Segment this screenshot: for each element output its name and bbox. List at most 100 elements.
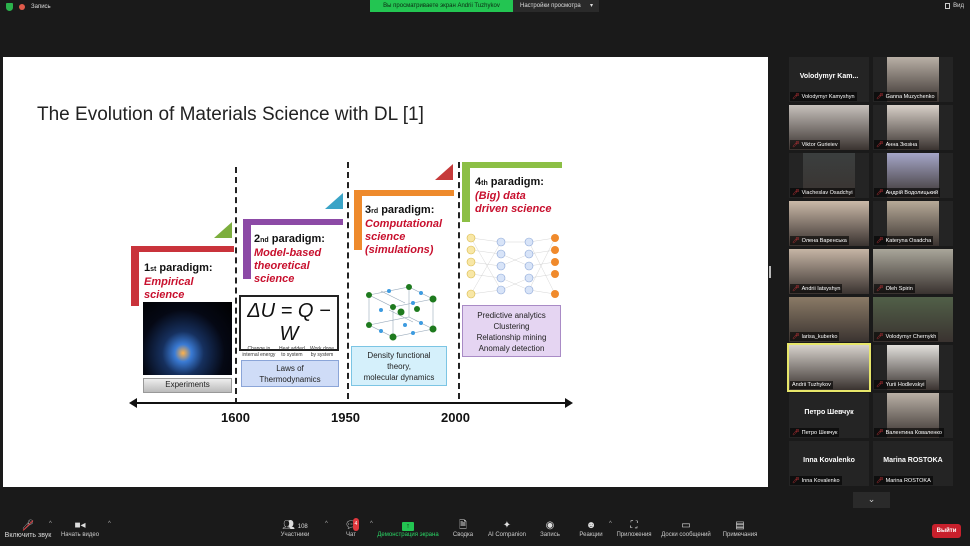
participant-name: Анна Зюзіна (885, 141, 918, 148)
recording-indicator[interactable]: Запись (6, 3, 51, 11)
microphone-muted-icon: 🎤︎ (876, 142, 884, 148)
participant-display-name: Volodymyr Kam... (799, 73, 859, 80)
participant-tile[interactable]: 🎤︎ Yurii Hodlevskyi (873, 345, 953, 390)
arrow-left-icon (129, 398, 137, 408)
participant-name: Volodymyr Chernykh (885, 333, 937, 340)
microphone-muted-icon: 🎤︎ (792, 334, 800, 340)
participant-name: Andrii Iatsyshyn (801, 285, 841, 292)
participant-name: Андрій Водолицький (885, 189, 939, 196)
screen-share-banner: Вы просматриваете экран Andrii Tuzhykov (370, 0, 513, 12)
participant-tile[interactable]: 🎤︎ Viacheslav Osadchyi (789, 153, 869, 198)
participant-name-label: 🎤︎ larisa_kuberko (790, 332, 840, 341)
participant-tile[interactable]: 🎤︎ Олена Варенська (789, 201, 869, 246)
participant-name-label: 🎤︎ Viacheslav Osadchyi (790, 188, 855, 197)
grid-icon (945, 3, 951, 9)
participant-name-label: 🎤︎ Анна Зюзіна (874, 140, 920, 149)
participant-name-label: 🎤︎ Viktor Gurieiev (790, 140, 840, 149)
start-video-button[interactable]: ■◂ Начать видео (50, 519, 110, 538)
participant-tile[interactable]: 🎤︎ Volodymyr Chernykh (873, 297, 953, 342)
gallery-next-page-button[interactable]: ⌄ (853, 492, 890, 508)
participant-tile[interactable]: Andrii Tuzhykov (787, 343, 871, 392)
notes-button[interactable]: ▤ Примечания (710, 519, 770, 538)
microphone-muted-icon: 🎤︎ (792, 478, 800, 484)
microphone-muted-icon: 🎤︎ (0, 519, 56, 532)
participant-name-label: 🎤︎ Петро Шевчук (790, 428, 840, 437)
start-video-label: Начать видео (60, 532, 100, 538)
top-bar: Запись Вы просматриваете экран Andrii Tu… (0, 0, 970, 14)
unmute-button[interactable]: 🎤︎Включить звук (0, 519, 56, 539)
chat-badge: 4 (353, 518, 359, 531)
view-label: Вид (953, 3, 964, 9)
equation-text: ΔU = Q − W (247, 300, 331, 345)
participant-name-label: Andrii Tuzhykov (790, 381, 833, 389)
resize-handle[interactable] (769, 266, 771, 278)
year-label: 2000 (441, 410, 470, 425)
participant-name-label: 🎤︎ Marina ROSTOKA (874, 476, 933, 485)
microphone-muted-icon: 🎤︎ (876, 94, 884, 100)
arrow-right-icon (565, 398, 573, 408)
participant-display-name: Inna Kovalenko (803, 457, 855, 464)
triangle-icon (214, 222, 232, 238)
participant-tile[interactable]: 🎤︎ Kateryna Osadcha (873, 201, 953, 246)
participant-name: Volodymyr Kamyshyn (801, 93, 855, 100)
participant-name: Петро Шевчук (801, 429, 838, 436)
participant-name-label: 🎤︎ Oleh Spirin (874, 284, 915, 293)
eq-term: Change in internal energy (242, 346, 276, 358)
participant-name: Viacheslav Osadchyi (801, 189, 853, 196)
view-options-button[interactable]: Настройки просмотра ▾ (513, 0, 599, 12)
participant-display-name: Marina ROSTOKA (883, 457, 943, 464)
participant-tile[interactable]: 🎤︎ Oleh Spirin (873, 249, 953, 294)
participant-name: Marina ROSTOKA (885, 477, 931, 484)
whiteboards-button[interactable]: ▭ Доски сообщений (656, 519, 716, 538)
shared-slide: The Evolution of Materials Science with … (3, 57, 768, 487)
microphone-muted-icon: 🎤︎ (792, 190, 800, 196)
participant-name-label: 🎤︎ Inna Kovalenko (790, 476, 842, 485)
triangle-icon (435, 164, 453, 180)
participant-tile[interactable]: 🎤︎ Viktor Gurieiev (789, 105, 869, 150)
participant-tile[interactable]: Volodymyr Kam... 🎤︎ Volodymyr Kamyshyn (789, 57, 869, 102)
participant-display-name: Петро Шевчук (804, 409, 854, 416)
participant-tile[interactable]: Marina ROSTOKA 🎤︎ Marina ROSTOKA (873, 441, 953, 486)
year-label: 1950 (331, 410, 360, 425)
divider-2000 (458, 162, 460, 399)
microphone-muted-icon: 🎤︎ (876, 478, 884, 484)
participant-name-label: 🎤︎ Volodymyr Kamyshyn (790, 92, 857, 101)
experiments-box: Experiments (143, 378, 232, 393)
year-label: 1600 (221, 410, 250, 425)
notes-label: Примечания (722, 532, 758, 538)
dft-box: Density functional theory, molecular dynam… (351, 346, 447, 386)
participant-tile[interactable]: Петро Шевчук 🎤︎ Петро Шевчук (789, 393, 869, 438)
participant-tile[interactable]: 🎤︎ Валентина Коваленко (873, 393, 953, 438)
participant-tile[interactable]: 🎤︎ Анна Зюзіна (873, 105, 953, 150)
participant-name: Kateryna Osadcha (885, 237, 932, 244)
whiteboard-icon: ▭ (681, 520, 691, 531)
participant-tile[interactable]: 🎤︎ Ganna Muzychenko (873, 57, 953, 102)
eq-term: Work done by system (309, 346, 335, 358)
participants-count: 108 (297, 524, 308, 530)
participant-tile[interactable]: 🎤︎ Андрій Водолицький (873, 153, 953, 198)
participant-tile[interactable]: 🎤︎ larisa_kuberko (789, 297, 869, 342)
chevron-down-icon: ⌄ (867, 494, 876, 504)
apps-button[interactable]: ⛶ Приложения (604, 519, 664, 538)
apps-icon: ⛶ (630, 520, 638, 531)
participant-name: larisa_kuberko (801, 333, 838, 340)
triangle-icon (325, 193, 343, 209)
view-button[interactable]: Вид (945, 3, 964, 9)
thermodynamics-equation: ΔU = Q − W Change in internal energy Heat… (239, 295, 339, 358)
participant-tile[interactable]: 🎤︎ Andrii Iatsyshyn (789, 249, 869, 294)
participants-button[interactable]: 👥︎ 108 Участники (265, 519, 325, 538)
participant-name-label: 🎤︎ Andrii Iatsyshyn (790, 284, 843, 293)
participant-name: Oleh Spirin (885, 285, 913, 292)
view-options-label: Настройки просмотра (520, 3, 581, 9)
microphone-muted-icon: 🎤︎ (792, 286, 800, 292)
unmute-label: Включить звук (4, 532, 52, 539)
participant-tile[interactable]: Inna Kovalenko 🎤︎ Inna Kovalenko (789, 441, 869, 486)
participant-name: Валентина Коваленко (885, 429, 942, 436)
paradigm-4-heading: 4th paradigm: (Big) data driven science (475, 176, 552, 215)
microphone-muted-icon: 🎤︎ (876, 430, 884, 436)
analytics-box: Predictive analytics Clustering Relationsh… (462, 305, 561, 357)
leave-button[interactable]: Выйти (932, 524, 961, 538)
participant-name: Ganna Muzychenko (885, 93, 935, 100)
paradigm-3-heading: 3rd paradigm: Computational science (simula… (365, 204, 442, 256)
whiteboards-label: Доски сообщений (661, 532, 711, 538)
